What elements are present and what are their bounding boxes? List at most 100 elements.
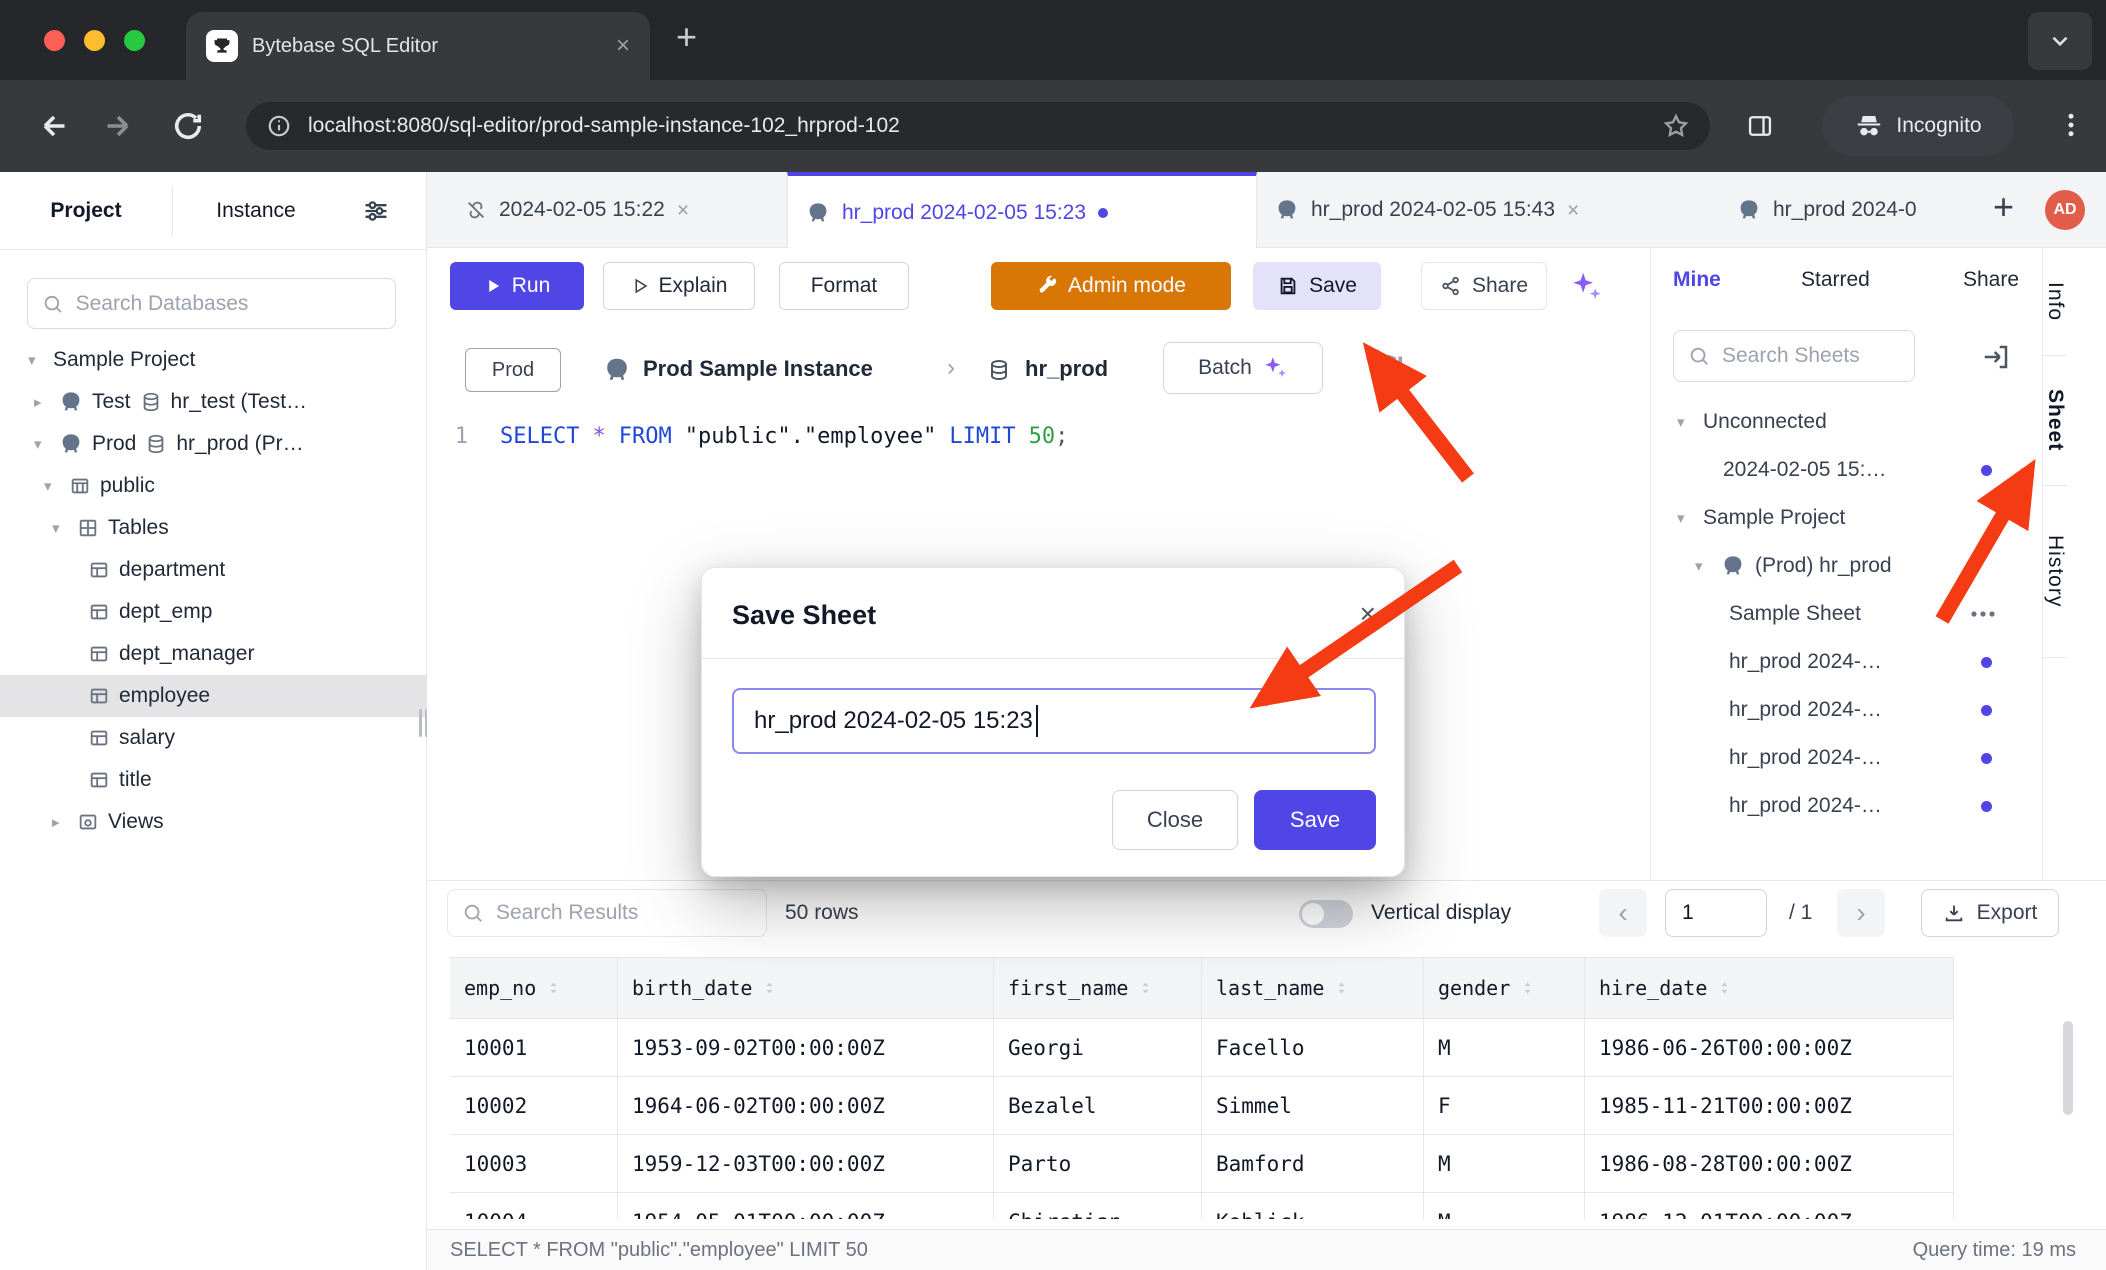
column-header[interactable]: birth_date	[618, 958, 994, 1018]
tree-item-prod-db[interactable]: ▾ Prod hr_prod (Pr…	[0, 423, 427, 465]
dialog-close-button[interactable]: Close	[1112, 790, 1238, 850]
tree-item-schema-public[interactable]: ▾ public	[0, 465, 427, 507]
sort-icon[interactable]	[1334, 980, 1349, 996]
share-button[interactable]: Share	[1421, 262, 1547, 310]
sheet-item-sample-sheet[interactable]: Sample Sheet	[1651, 590, 2043, 638]
vtab-sheet[interactable]: Sheet	[2043, 356, 2067, 486]
sheet-tab-starred[interactable]: Starred	[1801, 268, 1870, 292]
format-button[interactable]: Format	[779, 262, 909, 310]
new-tab-button[interactable]: +	[676, 16, 697, 58]
sort-icon[interactable]	[1520, 980, 1535, 996]
batch-button[interactable]: Batch	[1163, 342, 1323, 394]
reload-icon[interactable]	[170, 108, 206, 144]
table-row[interactable]: 100011953-09-02T00:00:00ZGeorgiFacelloM1…	[450, 1019, 1954, 1077]
tab-project[interactable]: Project	[0, 172, 172, 250]
tree-item-table-dept-emp[interactable]: dept_emp	[0, 591, 427, 633]
sort-icon[interactable]	[1717, 980, 1732, 996]
save-button[interactable]: Save	[1253, 262, 1381, 310]
tree-item-table-dept-manager[interactable]: dept_manager	[0, 633, 427, 675]
user-avatar[interactable]: AD	[2045, 190, 2085, 230]
tree-item-table-employee[interactable]: employee	[0, 675, 427, 717]
sort-icon[interactable]	[546, 980, 561, 996]
vtab-info[interactable]: Info	[2043, 248, 2067, 356]
tab-search-button[interactable]	[2028, 12, 2092, 70]
search-sheets-box[interactable]	[1673, 330, 1915, 382]
environment-badge[interactable]: Prod	[465, 348, 561, 392]
tree-item-table-salary[interactable]: salary	[0, 717, 427, 759]
prev-page-button[interactable]: ‹	[1599, 889, 1647, 937]
forward-icon[interactable]	[100, 108, 136, 144]
database-icon	[987, 358, 1011, 382]
editor-tab-1[interactable]: 2024-02-05 15:22 ×	[447, 172, 787, 248]
table-row[interactable]: 100031959-12-03T00:00:00ZPartoBamfordM19…	[450, 1135, 1954, 1193]
tree-item-table-department[interactable]: department	[0, 549, 427, 591]
run-button[interactable]: Run	[450, 262, 584, 310]
database-name[interactable]: hr_prod	[1025, 356, 1108, 382]
sheet-group-prod-hr-prod[interactable]: ▾ (Prod) hr_prod	[1651, 542, 2043, 590]
sheet-tab-mine[interactable]: Mine	[1673, 268, 1721, 292]
address-bar[interactable]: localhost:8080/sql-editor/prod-sample-in…	[246, 102, 1710, 150]
refresh-icon[interactable]	[1367, 350, 1407, 390]
side-panel-icon[interactable]	[1744, 112, 1776, 140]
tree-item-views-group[interactable]: ▸ Views	[0, 801, 427, 843]
window-minimize-button[interactable]	[84, 30, 105, 51]
sheet-item[interactable]: hr_prod 2024-…	[1651, 782, 2043, 830]
column-header[interactable]: emp_no	[450, 958, 618, 1018]
instance-name[interactable]: Prod Sample Instance	[643, 356, 873, 382]
tree-item-table-title[interactable]: title	[0, 759, 427, 801]
sheet-item[interactable]: hr_prod 2024-…	[1651, 734, 2043, 782]
table-row[interactable]: 100041954-05-01T00:00:00ZChirstianKoblic…	[450, 1193, 1954, 1219]
tab-instance[interactable]: Instance	[172, 172, 340, 250]
next-page-button[interactable]: ›	[1837, 889, 1885, 937]
sheet-name-input[interactable]: hr_prod 2024-02-05 15:23	[732, 688, 1376, 754]
dialog-save-button[interactable]: Save	[1254, 790, 1376, 850]
tab-close-icon[interactable]: ×	[616, 34, 630, 58]
import-sheet-icon[interactable]	[1981, 342, 2011, 372]
page-number-input[interactable]	[1665, 889, 1767, 937]
sheet-group-unconnected[interactable]: ▾ Unconnected	[1651, 398, 2043, 446]
back-icon[interactable]	[36, 108, 72, 144]
vertical-display-toggle[interactable]	[1299, 900, 1353, 928]
window-zoom-button[interactable]	[124, 30, 145, 51]
editor-tab-4[interactable]: hr_prod 2024-0	[1719, 172, 1981, 248]
results-scrollbar[interactable]	[2063, 1021, 2073, 1115]
table-row[interactable]: 100021964-06-02T00:00:00ZBezalelSimmelF1…	[450, 1077, 1954, 1135]
more-ellipsis-icon[interactable]	[1969, 608, 1997, 620]
editor-tab-3[interactable]: hr_prod 2024-02-05 15:43 ×	[1257, 172, 1707, 248]
filter-sliders-icon[interactable]	[362, 197, 390, 225]
sheet-group-sample-project[interactable]: ▾ Sample Project	[1651, 494, 2043, 542]
sheet-item[interactable]: hr_prod 2024-…	[1651, 638, 2043, 686]
site-info-icon[interactable]	[266, 113, 292, 139]
column-header[interactable]: hire_date	[1585, 958, 1954, 1018]
search-databases-input[interactable]	[76, 292, 381, 316]
dialog-close-icon[interactable]: ×	[1360, 598, 1376, 630]
bookmark-star-icon[interactable]	[1662, 112, 1690, 140]
sort-icon[interactable]	[1138, 980, 1153, 996]
browser-menu-icon[interactable]	[2056, 110, 2086, 140]
browser-tab[interactable]: Bytebase SQL Editor ×	[186, 12, 650, 80]
sheet-tab-share[interactable]: Share	[1963, 268, 2019, 292]
tree-item-tables-group[interactable]: ▾ Tables	[0, 507, 427, 549]
column-header[interactable]: last_name	[1202, 958, 1424, 1018]
editor-tab-2-active[interactable]: hr_prod 2024-02-05 15:23	[787, 172, 1257, 249]
window-close-button[interactable]	[44, 30, 65, 51]
tree-item-test-db[interactable]: ▸ Test hr_test (Test…	[0, 381, 427, 423]
export-button[interactable]: Export	[1921, 889, 2059, 937]
sort-icon[interactable]	[762, 980, 777, 996]
sheet-item-unsaved[interactable]: 2024-02-05 15:…	[1651, 446, 2043, 494]
column-header[interactable]: first_name	[994, 958, 1202, 1018]
search-databases-box[interactable]	[27, 278, 396, 329]
ai-sparkle-icon[interactable]	[1569, 270, 1603, 304]
close-icon[interactable]: ×	[1567, 200, 1579, 221]
close-icon[interactable]: ×	[677, 200, 689, 221]
search-results-input[interactable]	[496, 901, 752, 925]
column-header[interactable]: gender	[1424, 958, 1585, 1018]
search-sheets-input[interactable]	[1722, 344, 1900, 368]
new-query-tab-button[interactable]: +	[1993, 186, 2014, 228]
search-results-box[interactable]	[447, 889, 767, 937]
admin-mode-button[interactable]: Admin mode	[991, 262, 1231, 310]
vtab-history[interactable]: History	[2043, 486, 2067, 658]
tree-item-sample-project[interactable]: ▾ Sample Project	[0, 339, 427, 381]
explain-button[interactable]: Explain	[603, 262, 755, 310]
sheet-item[interactable]: hr_prod 2024-…	[1651, 686, 2043, 734]
